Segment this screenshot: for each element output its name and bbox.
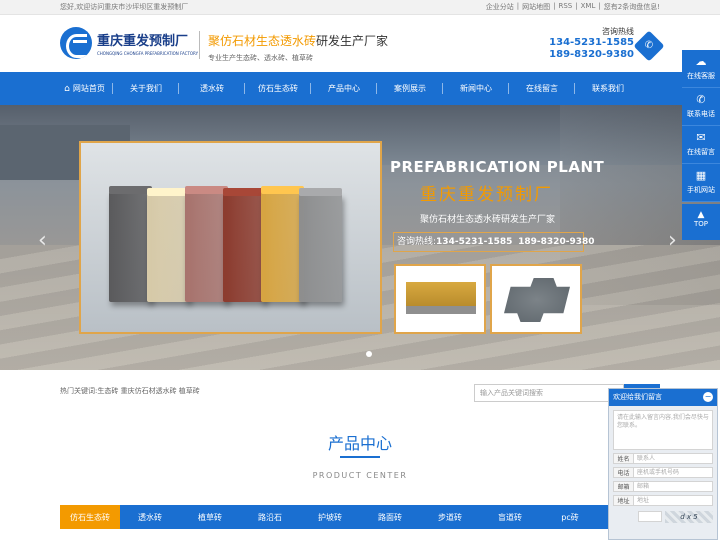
chat-icon: ☁ bbox=[695, 55, 707, 68]
name-label: 姓名 bbox=[613, 453, 633, 464]
logo-icon bbox=[60, 27, 92, 59]
hotline-title: 咨询热线 bbox=[602, 27, 634, 36]
email-input[interactable]: 邮箱 bbox=[633, 481, 713, 492]
captcha-image[interactable]: d x 5 bbox=[665, 510, 713, 523]
header: 重庆重发预制厂 CHONGQING CHONGFA PREFABRICATION… bbox=[0, 15, 720, 72]
phone-icon: ✆ bbox=[696, 93, 706, 106]
banner-dot[interactable] bbox=[366, 351, 372, 357]
link-rss[interactable]: RSS bbox=[559, 2, 573, 12]
slogan-sub: 专业生产生态砖、透水砖、植草砖 bbox=[208, 54, 313, 62]
brick-sample bbox=[299, 188, 342, 302]
link-sep: | bbox=[575, 2, 578, 10]
brick-sample bbox=[109, 186, 152, 302]
nav-eco-brick[interactable]: 仿石生态砖 bbox=[245, 72, 311, 105]
chevron-up-icon: ▲ bbox=[697, 210, 705, 220]
top-bar: 您好,欢迎访问重庆市沙坪坝区重发预制厂 企业分站 | 网站地图 | RSS | … bbox=[0, 0, 720, 15]
banner-title-en: PREFABRICATION PLANT bbox=[390, 158, 605, 176]
nav-products[interactable]: 产品中心 bbox=[311, 72, 377, 105]
tab-permeable[interactable]: 透水砖 bbox=[120, 505, 180, 529]
brick-sample bbox=[223, 188, 266, 302]
hotline-number-1: 134-5231-1585 bbox=[549, 37, 634, 48]
brick-showcase bbox=[79, 141, 382, 334]
slogan-highlight: 聚仿石材生态透水砖 bbox=[208, 34, 317, 48]
link-sep: | bbox=[553, 2, 556, 10]
top-links: 企业分站 | 网站地图 | RSS | XML | 您有2条询盘信息! bbox=[486, 2, 660, 12]
nav-permeable-brick[interactable]: 透水砖 bbox=[179, 72, 245, 105]
close-icon[interactable]: − bbox=[703, 392, 713, 402]
main-nav: ⌂ 网站首页 关于我们 透水砖 仿石生态砖 产品中心 案例展示 新闻中心 在线留言… bbox=[0, 72, 720, 105]
link-xml[interactable]: XML bbox=[581, 2, 596, 12]
hot-keywords[interactable]: 热门关键词:生态砖 重庆仿石材透水砖 植草砖 bbox=[60, 386, 200, 396]
product-thumb-permeable[interactable] bbox=[394, 264, 486, 334]
hotline-number-2: 189-8320-9380 bbox=[549, 49, 634, 60]
link-substation[interactable]: 企业分站 bbox=[486, 2, 514, 12]
side-online-service[interactable]: ☁ 在线客服 bbox=[682, 50, 720, 88]
section-underline bbox=[340, 456, 380, 458]
side-toolbar: ☁ 在线客服 ✆ 联系电话 ✉ 在线留言 ▦ 手机网站 ▲ TOP bbox=[682, 50, 720, 240]
nav-about[interactable]: 关于我们 bbox=[113, 72, 179, 105]
product-tabs: 仿石生态砖 透水砖 植草砖 路沿石 护坡砖 路面砖 步道砖 盲道砖 pc砖 ..… bbox=[60, 505, 660, 529]
tab-eco-brick[interactable]: 仿石生态砖 bbox=[60, 505, 120, 529]
home-icon: ⌂ bbox=[64, 83, 70, 94]
nav-home[interactable]: ⌂ 网站首页 bbox=[56, 72, 113, 105]
name-input[interactable]: 联系人 bbox=[633, 453, 713, 464]
tab-grass[interactable]: 植草砖 bbox=[180, 505, 240, 529]
message-widget: 欢迎给我们留言 − 请在此输入留言内容,我们会尽快与您联系。 姓名 联系人 电话座… bbox=[608, 388, 718, 540]
qrcode-icon: ▦ bbox=[695, 169, 707, 182]
hotline: 咨询热线 134-5231-1585 189-8320-9380 bbox=[549, 26, 634, 61]
email-label: 邮箱 bbox=[613, 481, 633, 492]
nav-news[interactable]: 新闻中心 bbox=[443, 72, 509, 105]
nav-contact[interactable]: 联系我们 bbox=[575, 72, 641, 105]
brick-sample bbox=[147, 188, 190, 302]
logo-english-name: CHONGQING CHONGFA PREFABRICATION FACTORY bbox=[97, 51, 199, 56]
nav-message[interactable]: 在线留言 bbox=[509, 72, 575, 105]
brick-sample bbox=[261, 186, 304, 302]
tab-sidewalk[interactable]: 步道砖 bbox=[420, 505, 480, 529]
link-sep: | bbox=[516, 2, 520, 10]
slogan: 聚仿石材生态透水砖研发生产厂家 专业生产生态砖、透水砖、植草砖 bbox=[208, 32, 388, 63]
phone-input[interactable]: 座机或手机号码 bbox=[633, 467, 713, 478]
tab-tactile[interactable]: 盲道砖 bbox=[480, 505, 540, 529]
banner-subtitle: 聚仿石材生态透水砖研发生产厂家 bbox=[420, 215, 556, 225]
logo[interactable]: 重庆重发预制厂 CHONGQING CHONGFA PREFABRICATION… bbox=[60, 27, 198, 59]
tab-slope[interactable]: 护坡砖 bbox=[300, 505, 360, 529]
banner-prev-arrow[interactable]: ‹ bbox=[38, 228, 47, 253]
banner-next-arrow[interactable]: › bbox=[668, 228, 677, 253]
phone-label: 电话 bbox=[613, 467, 633, 478]
product-thumb-grass[interactable] bbox=[490, 264, 582, 334]
message-content-input[interactable]: 请在此输入留言内容,我们会尽快与您联系。 bbox=[613, 410, 713, 450]
search-input[interactable]: 输入产品关键词搜索 bbox=[474, 384, 624, 402]
nav-cases[interactable]: 案例展示 bbox=[377, 72, 443, 105]
logo-name: 重庆重发预制厂 bbox=[97, 34, 189, 49]
message-icon: ✉ bbox=[696, 131, 706, 144]
phone-icon: ✆ bbox=[633, 30, 665, 62]
banner-title-cn: 重庆重发预制厂 bbox=[420, 185, 553, 205]
side-back-to-top[interactable]: ▲ TOP bbox=[682, 204, 720, 240]
brick-sample bbox=[185, 186, 228, 302]
tab-pc[interactable]: pc砖 bbox=[540, 505, 600, 529]
address-label: 地址 bbox=[613, 495, 633, 506]
side-phone[interactable]: ✆ 联系电话 bbox=[682, 88, 720, 126]
link-sep: | bbox=[598, 2, 601, 10]
header-divider bbox=[199, 31, 200, 59]
captcha-input[interactable] bbox=[638, 511, 662, 522]
welcome-text: 您好,欢迎访问重庆市沙坪坝区重发预制厂 bbox=[60, 3, 189, 11]
slogan-rest: 研发生产厂家 bbox=[316, 34, 389, 48]
message-header: 欢迎给我们留言 − bbox=[609, 389, 717, 406]
link-inquiries[interactable]: 您有2条询盘信息! bbox=[604, 2, 660, 12]
side-mobile[interactable]: ▦ 手机网站 bbox=[682, 164, 720, 202]
link-sitemap[interactable]: 网站地图 bbox=[522, 2, 550, 12]
tab-curb[interactable]: 路沿石 bbox=[240, 505, 300, 529]
tab-road[interactable]: 路面砖 bbox=[360, 505, 420, 529]
address-input[interactable]: 地址 bbox=[633, 495, 713, 506]
side-message[interactable]: ✉ 在线留言 bbox=[682, 126, 720, 164]
banner-phone: 咨询热线:134-5231-1585 189-8320-9380 bbox=[393, 232, 595, 252]
